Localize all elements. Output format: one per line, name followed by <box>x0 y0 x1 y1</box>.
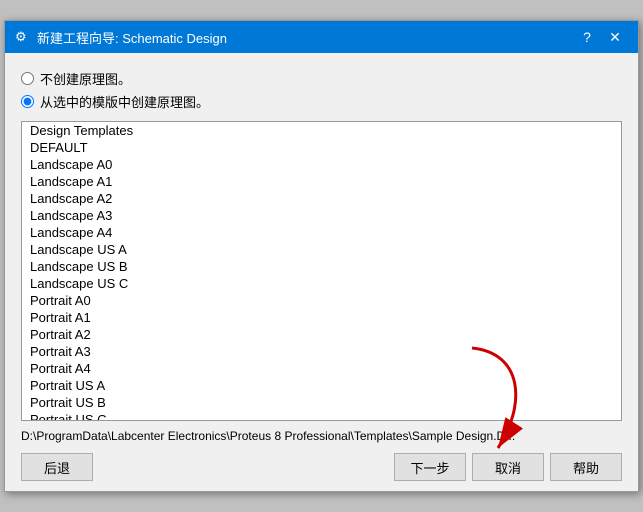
close-button[interactable]: ✕ <box>602 27 628 47</box>
radio-row-2: 从选中的模版中创建原理图。 <box>21 92 622 111</box>
btn-left-group: 后退 <box>21 453 93 481</box>
list-item[interactable]: Portrait A0 <box>22 292 621 309</box>
list-item[interactable]: DEFAULT <box>22 139 621 156</box>
app-icon: ⚙ <box>15 29 31 45</box>
list-item[interactable]: Landscape US B <box>22 258 621 275</box>
list-item[interactable]: Portrait US B <box>22 394 621 411</box>
help-footer-button[interactable]: 帮助 <box>550 453 622 481</box>
dialog-body: 不创建原理图。 从选中的模版中创建原理图。 Design TemplatesDE… <box>5 53 638 491</box>
back-button[interactable]: 后退 <box>21 453 93 481</box>
radio-no-schematic[interactable] <box>21 72 34 85</box>
list-item[interactable]: Landscape A1 <box>22 173 621 190</box>
path-display: D:\ProgramData\Labcenter Electronics\Pro… <box>21 429 622 443</box>
list-item[interactable]: Portrait US A <box>22 377 621 394</box>
list-item[interactable]: Portrait A4 <box>22 360 621 377</box>
radio-from-template[interactable] <box>21 95 34 108</box>
list-item[interactable]: Landscape A0 <box>22 156 621 173</box>
radio-row-1: 不创建原理图。 <box>21 69 622 88</box>
list-item[interactable]: Portrait A2 <box>22 326 621 343</box>
dialog-title: 新建工程向导: Schematic Design <box>37 28 227 47</box>
radio-group: 不创建原理图。 从选中的模版中创建原理图。 <box>21 69 622 111</box>
radio-label-1[interactable]: 不创建原理图。 <box>40 69 131 88</box>
radio-label-2[interactable]: 从选中的模版中创建原理图。 <box>40 92 209 111</box>
list-item[interactable]: Landscape A4 <box>22 224 621 241</box>
title-bar-controls: ? ✕ <box>574 27 628 47</box>
list-item[interactable]: Portrait US C <box>22 411 621 421</box>
cancel-button[interactable]: 取消 <box>472 453 544 481</box>
dialog-window: ⚙ 新建工程向导: Schematic Design ? ✕ 不创建原理图。 从… <box>4 20 639 492</box>
list-item[interactable]: Landscape A2 <box>22 190 621 207</box>
list-item[interactable]: Portrait A1 <box>22 309 621 326</box>
list-item[interactable]: Landscape US C <box>22 275 621 292</box>
template-list[interactable]: Design TemplatesDEFAULTLandscape A0Lands… <box>21 121 622 421</box>
list-item[interactable]: Portrait A3 <box>22 343 621 360</box>
list-item[interactable]: Design Templates <box>22 122 621 139</box>
list-item[interactable]: Landscape US A <box>22 241 621 258</box>
button-row: 后退 下一步 取消 帮助 <box>21 453 622 481</box>
btn-right-group: 下一步 取消 帮助 <box>394 453 622 481</box>
next-button[interactable]: 下一步 <box>394 453 466 481</box>
title-bar: ⚙ 新建工程向导: Schematic Design ? ✕ <box>5 21 638 53</box>
title-bar-left: ⚙ 新建工程向导: Schematic Design <box>15 28 227 47</box>
list-item[interactable]: Landscape A3 <box>22 207 621 224</box>
help-button[interactable]: ? <box>574 27 600 47</box>
